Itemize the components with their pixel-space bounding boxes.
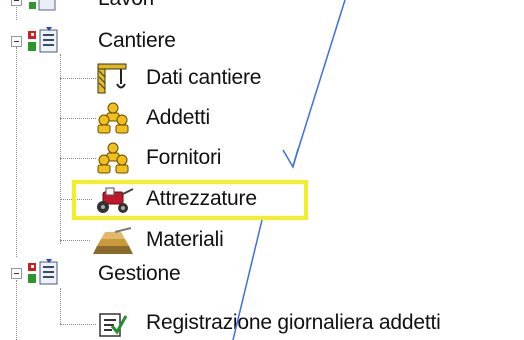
tree-guide-line [60,54,61,244]
tree-item-label[interactable]: Fornitori [146,146,221,170]
collapse-toggle[interactable] [11,36,22,47]
project-tree: Lavori Cantiere Dati cantiere [0,0,524,340]
tree-guide-line [60,78,96,79]
tree-guide-line [16,47,17,257]
collapse-toggle[interactable] [11,0,22,6]
tree-guide-line [16,280,17,340]
crane-icon[interactable] [96,62,128,94]
tree-item-label[interactable]: Registrazione giornaliera addetti [146,311,441,335]
tree-guide-line [60,158,96,159]
tree-item-label[interactable]: Dati cantiere [146,66,261,90]
checklist-icon[interactable] [97,310,127,338]
collapse-toggle[interactable] [11,268,22,279]
tree-item-label[interactable]: Materiali [146,228,224,252]
tree-item-label[interactable]: Cantiere [98,29,176,53]
materials-icon[interactable] [91,226,135,256]
group-icon[interactable] [27,27,59,55]
workers-icon[interactable] [96,142,130,174]
tree-item-label[interactable]: Lavori [98,0,154,11]
tree-guide-line [60,118,96,119]
tree-item-label[interactable]: Addetti [146,106,210,130]
selection-highlight-box [72,180,308,220]
tree-guide-line [60,324,96,325]
workers-icon[interactable] [96,102,130,134]
tree-guide-line [60,240,90,241]
group-icon[interactable] [27,259,59,287]
group-icon [28,0,58,12]
tree-item-label[interactable]: Gestione [98,262,181,286]
tree-guide-line [60,288,61,324]
